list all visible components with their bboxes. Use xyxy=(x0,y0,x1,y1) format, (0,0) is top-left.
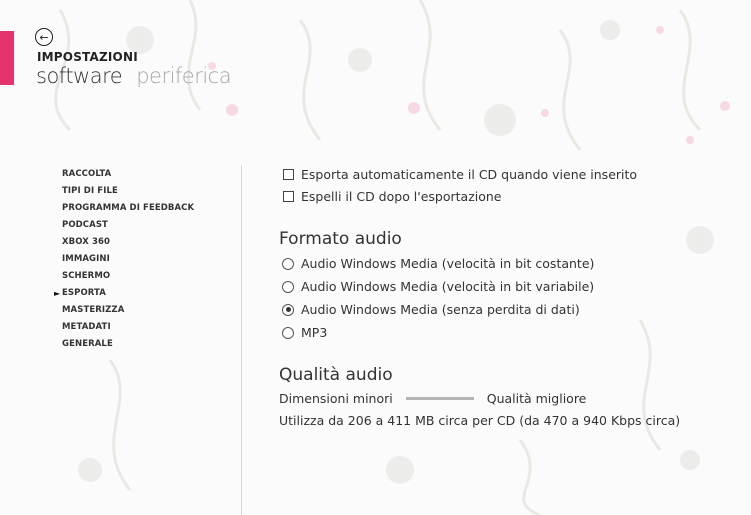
back-arrow-icon[interactable]: ← xyxy=(35,28,53,46)
quality-max-label: Qualità migliore xyxy=(486,391,587,406)
selected-caret-icon: ► xyxy=(54,289,61,298)
quality-min-label: Dimensioni minori xyxy=(279,391,393,406)
sidebar-item-podcast[interactable]: PODCAST xyxy=(62,217,194,234)
sidebar-item-generale[interactable]: GENERALE xyxy=(62,336,194,353)
radio-label: Audio Windows Media (velocità in bit cos… xyxy=(301,256,595,271)
radio-wma-variable-row[interactable]: Audio Windows Media (velocità in bit var… xyxy=(282,279,594,294)
accent-strip xyxy=(0,31,14,85)
sidebar-item-programma-di-feedback[interactable]: PROGRAMMA DI FEEDBACK xyxy=(62,200,194,217)
quality-slider[interactable] xyxy=(405,397,474,400)
sidebar-item-esporta[interactable]: ► ESPORTA xyxy=(54,285,194,302)
sidebar-item-masterizza[interactable]: MASTERIZZA xyxy=(62,302,194,319)
checkbox-label: Esporta automaticamente il CD quando vie… xyxy=(301,167,638,182)
checkbox-label: Espelli il CD dopo l'esportazione xyxy=(301,189,502,204)
header-tabs: software periferica xyxy=(36,64,232,88)
tab-periferica[interactable]: periferica xyxy=(136,64,231,88)
quality-slider-row: Dimensioni minori Qualità migliore xyxy=(279,391,586,406)
auto-export-checkbox-row[interactable]: Esporta automaticamente il CD quando vie… xyxy=(283,167,637,182)
audio-quality-title: Qualità audio xyxy=(279,365,393,385)
radio-label: MP3 xyxy=(301,325,328,340)
eject-cd-checkbox-row[interactable]: Espelli il CD dopo l'esportazione xyxy=(283,189,502,204)
radio-wma-variable[interactable] xyxy=(282,280,294,293)
radio-wma-constant[interactable] xyxy=(282,257,294,270)
eject-cd-checkbox[interactable] xyxy=(283,191,294,202)
tab-software[interactable]: software xyxy=(36,64,123,88)
sidebar-item-schermo[interactable]: SCHERMO xyxy=(62,268,194,285)
radio-wma-lossless-row[interactable]: Audio Windows Media (senza perdita di da… xyxy=(282,302,580,317)
radio-mp3[interactable] xyxy=(282,326,294,339)
radio-wma-lossless[interactable] xyxy=(282,303,294,316)
sidebar-item-xbox-360[interactable]: XBOX 360 xyxy=(62,234,194,251)
sidebar-divider xyxy=(241,165,242,515)
sidebar-item-label: ESPORTA xyxy=(62,288,106,298)
radio-wma-constant-row[interactable]: Audio Windows Media (velocità in bit cos… xyxy=(282,256,594,271)
sidebar-item-tipi-di-file[interactable]: TIPI DI FILE xyxy=(62,183,194,200)
auto-export-checkbox[interactable] xyxy=(283,169,294,180)
radio-mp3-row[interactable]: MP3 xyxy=(282,325,327,340)
radio-label: Audio Windows Media (senza perdita di da… xyxy=(301,302,580,317)
quality-info-text: Utilizza da 206 a 411 MB circa per CD (d… xyxy=(279,413,681,428)
sidebar-item-immagini[interactable]: IMMAGINI xyxy=(62,251,194,268)
page-title: IMPOSTAZIONI xyxy=(37,50,138,64)
sidebar-item-raccolta[interactable]: RACCOLTA xyxy=(62,166,194,183)
settings-sidebar: RACCOLTA TIPI DI FILE PROGRAMMA DI FEEDB… xyxy=(54,166,194,353)
sidebar-item-metadati[interactable]: METADATI xyxy=(62,319,194,336)
radio-label: Audio Windows Media (velocità in bit var… xyxy=(301,279,595,294)
audio-format-title: Formato audio xyxy=(279,229,402,249)
